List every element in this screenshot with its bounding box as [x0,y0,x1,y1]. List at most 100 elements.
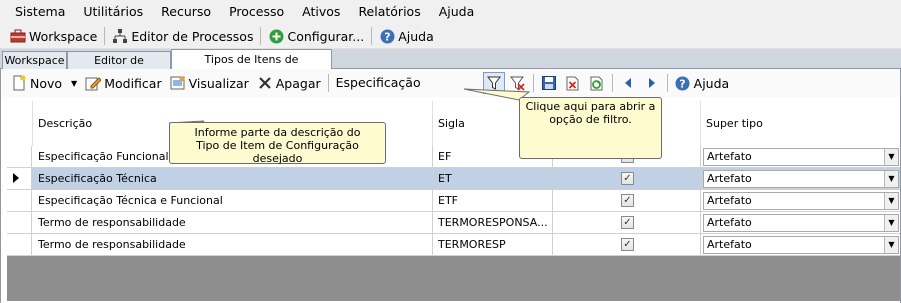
tab-editor-processos[interactable]: Editor de Processos [67,51,171,84]
menu-ativos[interactable]: Ativos [293,0,349,24]
document-tabs: Workspace Editor de Processos Tipos de I… [0,49,901,85]
row-selector[interactable] [7,146,32,167]
chevron-down-icon[interactable]: ▼ [884,149,898,165]
current-row-arrow-icon [13,173,19,183]
super-tipo-select[interactable]: Artefato ▼ [703,236,899,254]
workspace-button[interactable]: Workspace [6,25,101,47]
column-header-super-tipo[interactable]: Super tipo [701,101,900,146]
cell-sigla[interactable]: ET [433,168,553,189]
toolbar-separator [260,27,262,45]
save-button[interactable] [538,72,560,94]
cell-descricao[interactable]: Termo de responsabilidade [33,234,433,255]
add-circle-icon [268,28,284,44]
editor-processos-button[interactable]: Editor de Processos [108,25,257,47]
flowchart-icon [112,28,128,44]
search-input[interactable]: Especificação [332,73,482,93]
menu-utilitarios[interactable]: Utilitários [74,0,152,24]
ativo-checkbox[interactable]: ✓ [621,238,634,251]
filter-button[interactable] [482,72,505,94]
cell-super-tipo: Artefato ▼ [701,234,900,255]
clear-filter-icon [510,75,526,91]
row-selector[interactable] [7,234,32,255]
menu-ajuda[interactable]: Ajuda [430,0,484,24]
cell-sigla[interactable]: ETF [433,190,553,211]
table-row[interactable]: Termo de responsabilidade TERMORESPONSA..… [7,212,900,234]
cell-descricao[interactable]: Especificação Técnica e Funcional [33,190,433,211]
super-tipo-select[interactable]: Artefato ▼ [703,170,899,188]
ativo-checkbox[interactable]: ✓ [621,216,634,229]
tab-workspace[interactable]: Workspace [2,51,67,69]
panel-ajuda-button[interactable]: ? Ajuda [671,72,734,94]
data-grid: Descrição Sigla Super tipo Especificação… [7,101,900,301]
filter-icon [486,75,502,91]
content-panel: Novo ▼ Modificar Visualizar Apagar Espec… [0,69,901,303]
table-row[interactable]: Especificação Técnica e Funcional ETF ✓ Art… [7,190,900,212]
menu-processo[interactable]: Processo [220,0,293,24]
cell-sigla[interactable]: TERMORESP [433,234,553,255]
clear-filter-button[interactable] [507,72,529,94]
cancel-button[interactable] [562,72,584,94]
novo-button[interactable]: Novo ▼ [7,72,81,94]
table-row[interactable]: Especificação FuncionalEF✓Artefato▼ [7,146,900,168]
previous-button[interactable] [617,72,639,94]
toolbar-separator [532,74,534,92]
toolbar-separator [104,27,106,45]
table-row[interactable]: Termo de responsabilidade TERMORESP ✓ Artef… [7,234,900,256]
super-tipo-select[interactable]: Artefato ▼ [703,148,899,166]
chevron-down-icon[interactable]: ▼ [884,237,898,253]
menu-relatorios[interactable]: Relatórios [349,0,429,24]
cell-super-tipo: Artefato ▼ [701,146,900,167]
row-selector[interactable] [7,212,32,233]
table-row[interactable]: Especificação Técnica ET ✓ Artefato ▼ [7,168,900,190]
ajuda-label: Ajuda [398,28,434,44]
cell-super-tipo: Artefato ▼ [701,212,900,233]
delete-x-icon [257,75,273,91]
super-tipo-value: Artefato [707,150,752,163]
visualizar-button[interactable]: Visualizar [166,72,253,94]
help-icon: ? [675,75,691,91]
panel-toolbar: Novo ▼ Modificar Visualizar Apagar Espec… [1,69,900,97]
view-icon [170,75,186,91]
super-tipo-select[interactable]: Artefato ▼ [703,214,899,232]
ativo-checkbox[interactable]: ✓ [621,172,634,185]
super-tipo-value: Artefato [707,216,752,229]
chevron-down-icon[interactable]: ▼ [884,171,898,187]
row-selector[interactable] [7,168,32,189]
super-tipo-value: Artefato [707,194,752,207]
chevron-down-icon[interactable]: ▼ [884,193,898,209]
toolbox-icon [10,28,26,44]
cancel-document-icon [565,75,581,91]
menu-sistema[interactable]: Sistema [6,0,74,24]
toolbar-separator [611,74,613,92]
modificar-button[interactable]: Modificar [81,72,165,94]
row-selector[interactable] [7,190,32,211]
dropdown-arrow-icon[interactable]: ▼ [71,79,77,88]
chevron-down-icon[interactable]: ▼ [884,215,898,231]
arrow-left-icon [620,75,636,91]
super-tipo-select[interactable]: Artefato ▼ [703,192,899,210]
help-icon: ? [379,28,395,44]
svg-text:?: ? [679,77,685,90]
grid-header: Descrição Sigla Super tipo [7,101,900,146]
callout-filter-hint: Clique aqui para abrir a opção de filtro… [519,97,662,159]
apagar-button[interactable]: Apagar [253,72,325,94]
configurar-label: Configurar... [287,28,365,44]
cell-descricao[interactable]: Termo de responsabilidade [33,212,433,233]
toolbar-separator [327,74,329,92]
cell-super-tipo: Artefato ▼ [701,190,900,211]
menu-recurso[interactable]: Recurso [152,0,220,24]
next-button[interactable] [641,72,663,94]
tab-tipos-itens-configuracao[interactable]: Tipos de Itens de Configuração [171,49,332,85]
refresh-button[interactable] [586,72,608,94]
cell-sigla[interactable]: TERMORESPONSA... [433,212,553,233]
svg-text:?: ? [384,30,390,43]
cell-ativo: ✓ [553,190,701,211]
cell-super-tipo: Artefato ▼ [701,168,900,189]
cell-descricao[interactable]: Especificação Técnica [33,168,433,189]
super-tipo-value: Artefato [707,172,752,185]
callout-search-hint: Informe parte da descrição do Tipo de It… [169,122,386,165]
ajuda-button[interactable]: ? Ajuda [375,25,438,47]
main-toolbar: Workspace Editor de Processos Configurar… [0,24,901,49]
configurar-button[interactable]: Configurar... [264,25,368,47]
ativo-checkbox[interactable]: ✓ [621,194,634,207]
